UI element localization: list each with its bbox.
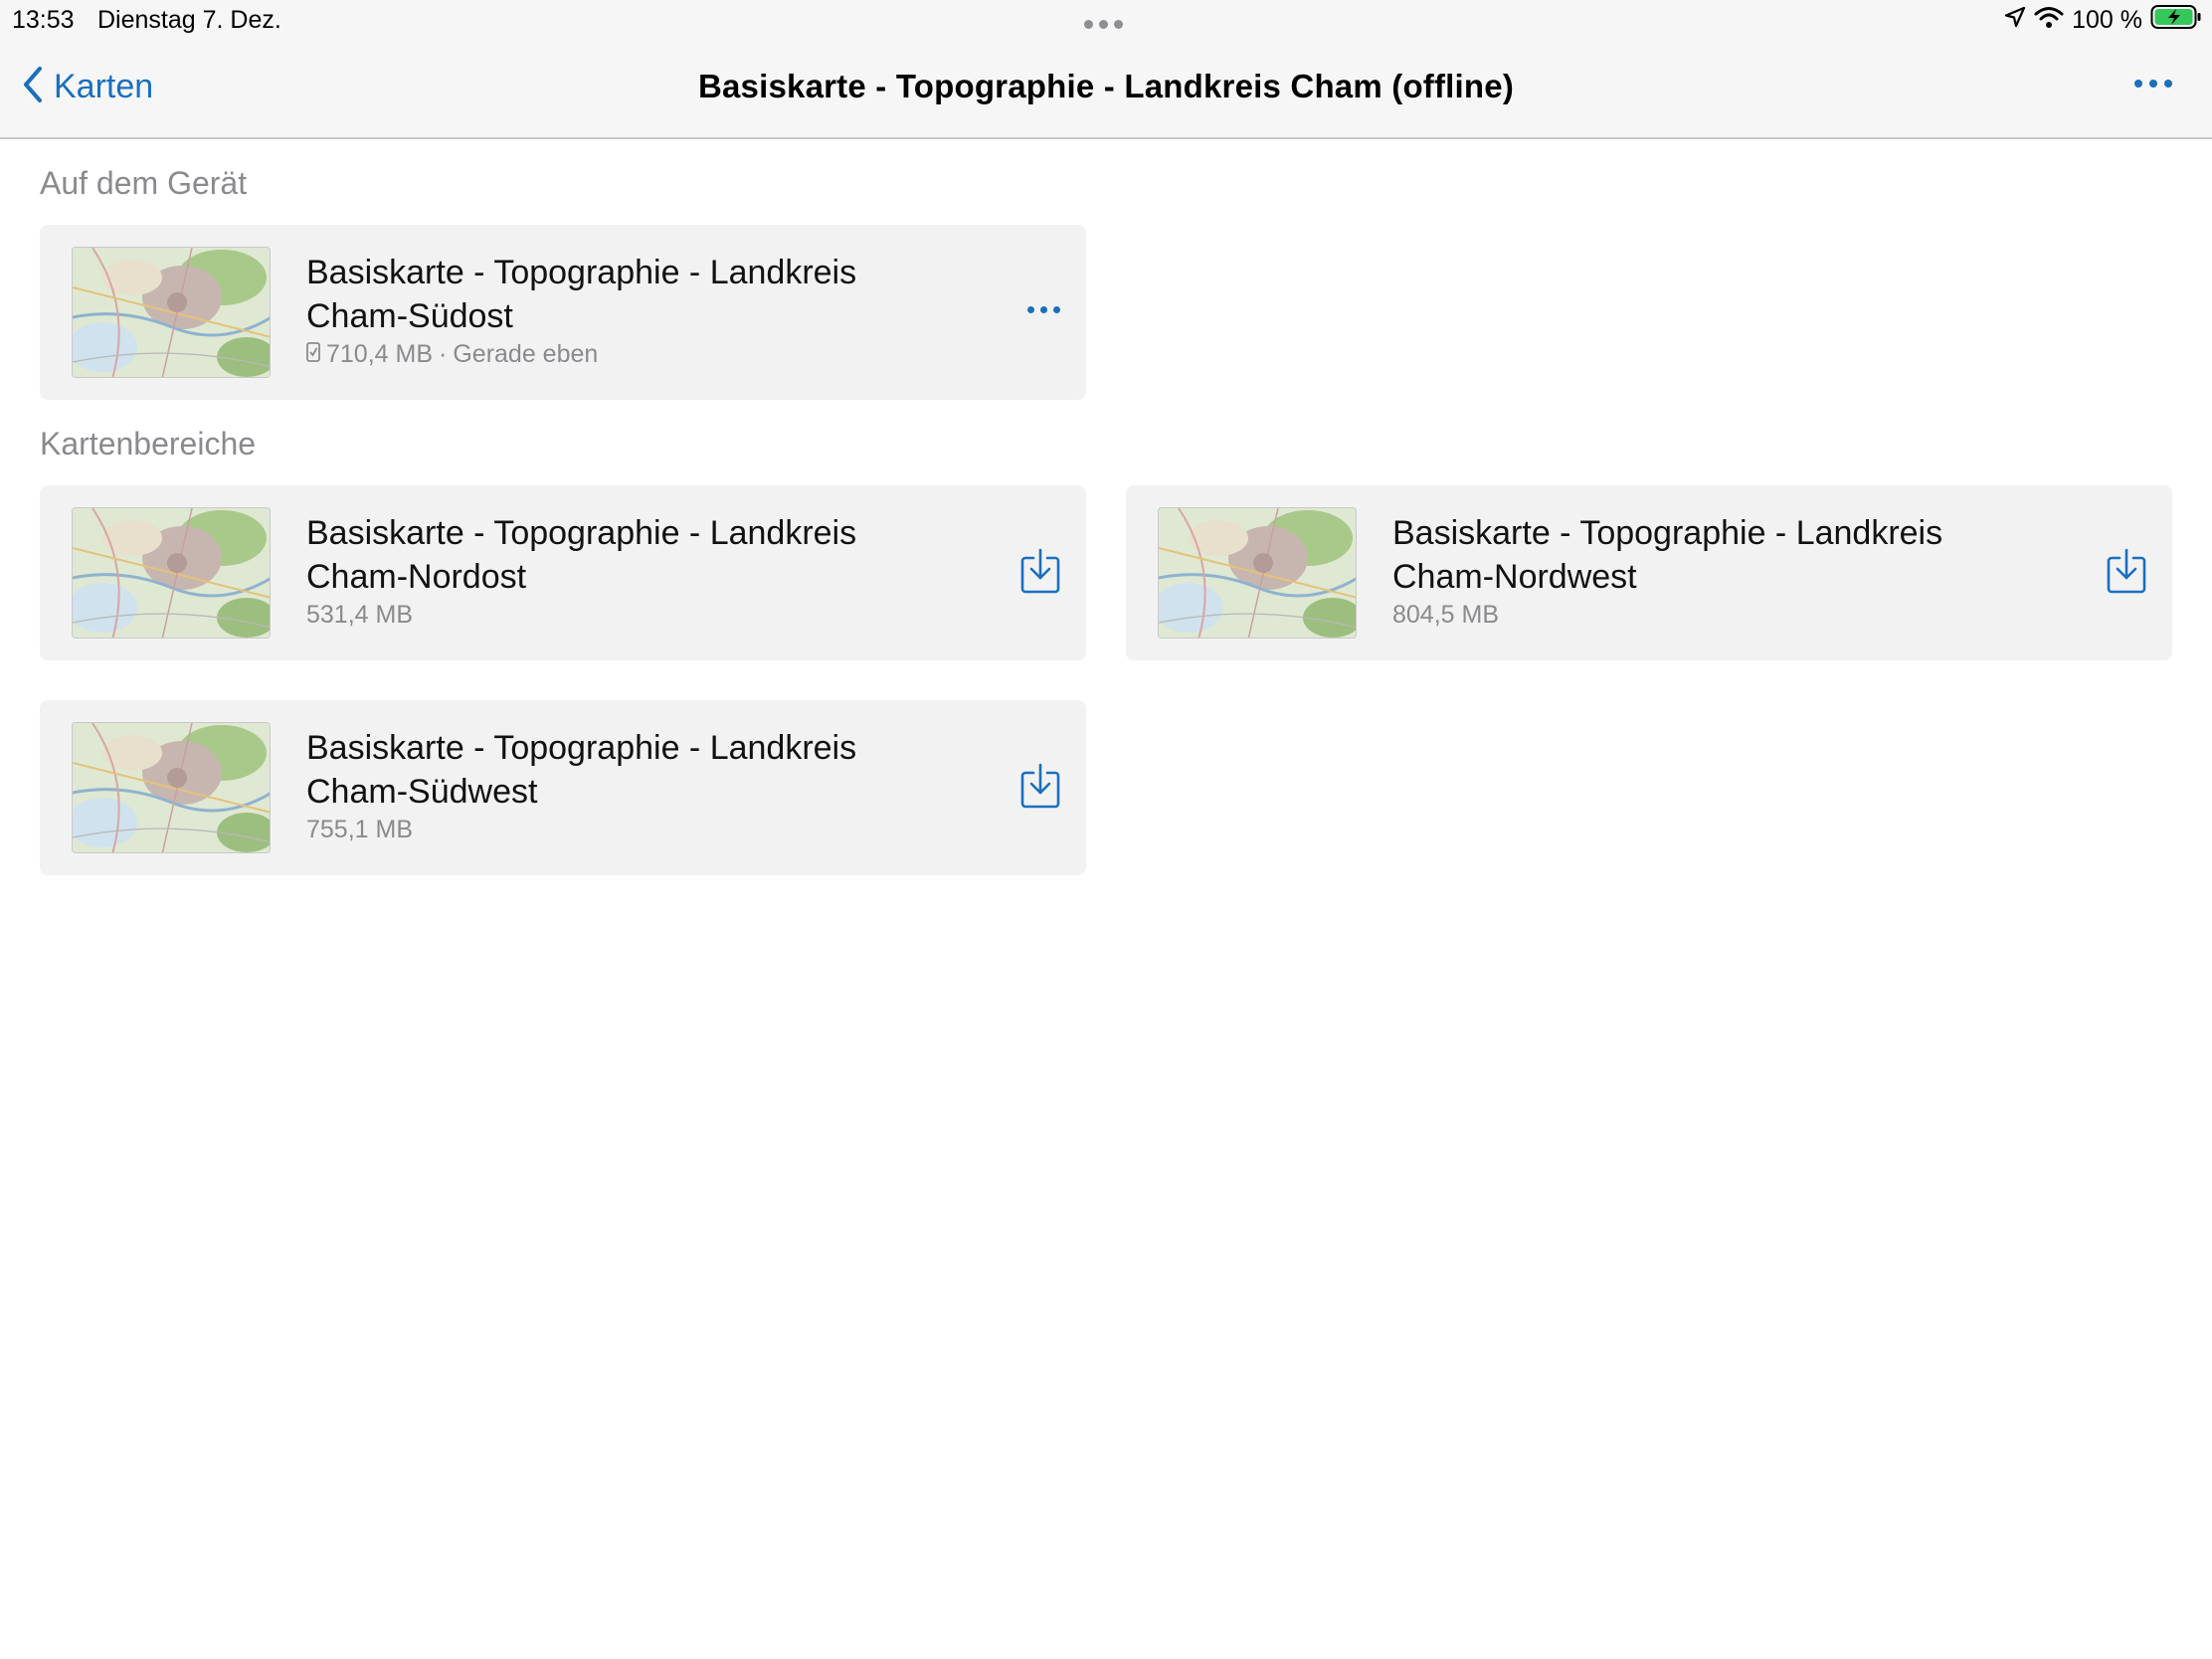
more-dot: [2149, 80, 2157, 88]
battery-charging-icon: [2150, 4, 2202, 37]
map-card-cham-nordost[interactable]: Basiskarte - Topographie - Landkreis Cha…: [40, 485, 1086, 660]
map-title-line1: Basiskarte - Topographie - Landkreis: [1392, 514, 1943, 552]
more-horizontal-icon[interactable]: [1027, 306, 1060, 313]
map-size: 531,4 MB: [306, 601, 414, 629]
map-title-line1: Basiskarte - Topographie - Landkreis: [306, 729, 857, 767]
map-card-cham-nordwest[interactable]: Basiskarte - Topographie - Landkreis Cha…: [1126, 485, 2172, 660]
battery-percentage: 100 %: [2072, 5, 2142, 34]
map-meta: 804,5 MB: [1392, 601, 1499, 630]
navigation-bar: Karten Basiskarte - Topographie - Landkr…: [0, 40, 2212, 139]
status-date: Dienstag 7. Dez.: [97, 6, 281, 34]
meta-separator: ·: [439, 340, 448, 368]
download-icon: [1020, 763, 1060, 814]
location-arrow-icon: [2004, 6, 2026, 35]
download-icon: [2107, 548, 2146, 599]
more-options-button[interactable]: [2134, 80, 2172, 88]
download-button[interactable]: [2105, 548, 2148, 599]
more-dot: [2164, 80, 2172, 88]
map-thumbnail: [1158, 507, 1357, 639]
status-bar: 13:53 Dienstag 7. Dez. 100 %: [0, 0, 2212, 40]
map-meta: 755,1 MB: [306, 816, 413, 844]
map-meta: 531,4 MB: [306, 601, 413, 630]
map-title-line2: Cham-Nordost: [306, 558, 527, 596]
map-thumbnail: [72, 247, 271, 378]
map-title-line1: Basiskarte - Topographie - Landkreis: [306, 254, 857, 291]
status-time: 13:53: [12, 6, 75, 34]
section-header-on-device: Auf dem Gerät: [40, 165, 248, 201]
status-indicators: 100 %: [2004, 4, 2202, 36]
map-title: Basiskarte - Topographie - Landkreis Cha…: [306, 726, 923, 814]
map-size: 755,1 MB: [306, 816, 414, 843]
map-thumbnail: [72, 722, 271, 853]
map-updated: Gerade eben: [453, 340, 599, 368]
map-title-line2: Cham-Nordwest: [1392, 558, 1637, 596]
map-card-cham-suedost[interactable]: Basiskarte - Topographie - Landkreis Cha…: [40, 225, 1086, 400]
more-dot: [2134, 80, 2142, 88]
page-title: Basiskarte - Topographie - Landkreis Cha…: [697, 68, 1515, 104]
wifi-icon: [2034, 5, 2064, 36]
download-button[interactable]: [1018, 548, 1062, 599]
map-title: Basiskarte - Topographie - Landkreis Cha…: [306, 511, 923, 599]
map-title-line2: Cham-Südwest: [306, 773, 538, 811]
map-thumbnail: [72, 507, 271, 639]
map-title-line2: Cham-Südost: [306, 297, 513, 335]
map-size: 710,4 MB: [326, 340, 434, 368]
map-meta: 710,4 MB · Gerade eben: [306, 340, 598, 369]
map-title: Basiskarte - Topographie - Landkreis Cha…: [1392, 511, 2009, 599]
download-icon: [1020, 548, 1060, 599]
download-button[interactable]: [1018, 763, 1062, 814]
map-title-line1: Basiskarte - Topographie - Landkreis: [306, 514, 857, 552]
device-storage-icon: [306, 340, 320, 369]
map-size: 804,5 MB: [1392, 601, 1500, 629]
multitasking-handle[interactable]: [1084, 20, 1123, 29]
map-title: Basiskarte - Topographie - Landkreis Cha…: [306, 251, 923, 338]
section-header-map-areas: Kartenbereiche: [40, 426, 257, 461]
map-card-cham-suedwest[interactable]: Basiskarte - Topographie - Landkreis Cha…: [40, 700, 1086, 875]
